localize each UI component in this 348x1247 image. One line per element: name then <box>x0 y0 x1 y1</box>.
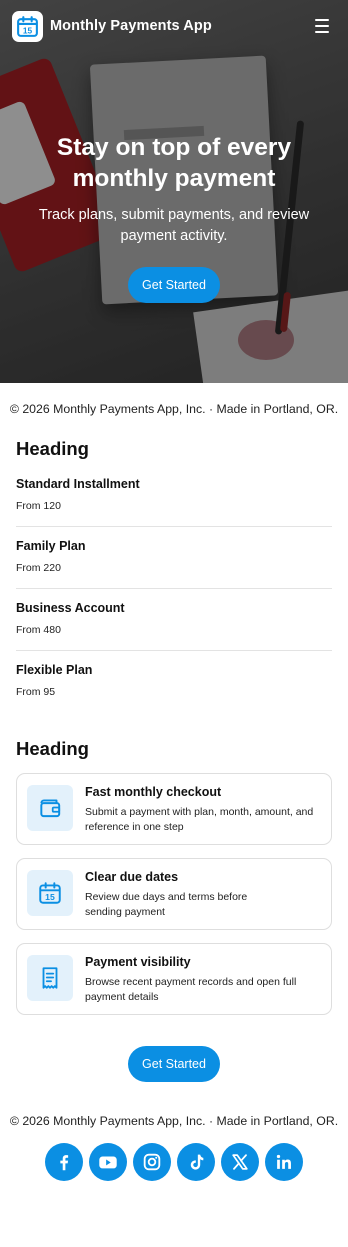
hamburger-icon-line <box>315 19 329 21</box>
calendar-day: 15 <box>45 892 55 902</box>
top-bar: 15 Monthly Payments App <box>0 0 348 52</box>
plans-section: Heading Standard Installment From 120 Fa… <box>0 438 348 712</box>
plan-name: Flexible Plan <box>16 663 93 677</box>
receipt-icon <box>42 967 58 989</box>
facebook-link[interactable] <box>45 1143 83 1181</box>
footer-copyright-text: © 2026 Monthly Payments App, Inc. · Made… <box>9 1114 339 1128</box>
feature-card: 15 Clear due dates Review due days and t… <box>16 858 332 930</box>
app-logo[interactable]: 15 <box>12 10 43 42</box>
plan-price: From 480 <box>16 624 61 636</box>
feature-card: Fast monthly checkout Submit a payment w… <box>16 773 332 845</box>
plan-item[interactable]: Flexible Plan From 95 <box>16 651 332 712</box>
plan-item[interactable]: Standard Installment From 120 <box>16 465 332 527</box>
hero-section: 15 Monthly Payments App Stay on top of e… <box>0 0 348 383</box>
hero-content: Stay on top of every monthly payment Tra… <box>0 132 348 303</box>
features-heading: Heading <box>16 738 89 759</box>
get-started-button[interactable]: Get Started <box>128 1046 220 1082</box>
hamburger-icon-line <box>315 25 329 27</box>
cta-row: Get Started <box>16 1046 332 1082</box>
facebook-icon <box>60 1155 69 1171</box>
feature-icon-tile: 15 <box>27 870 73 916</box>
feature-description: Browse recent payment records and open f… <box>85 976 297 1003</box>
plan-name: Family Plan <box>16 539 86 553</box>
youtube-icon <box>99 1156 117 1169</box>
instagram-link[interactable] <box>133 1143 171 1181</box>
plans-list: Standard Installment From 120 Family Pla… <box>16 465 332 712</box>
plan-name: Standard Installment <box>16 477 140 491</box>
plan-price: From 120 <box>16 500 61 512</box>
app-title[interactable]: Monthly Payments App <box>50 18 212 34</box>
plan-name: Business Account <box>16 601 125 615</box>
x-icon <box>232 1154 248 1170</box>
plan-item[interactable]: Business Account From 480 <box>16 589 332 651</box>
calendar-icon: 15 <box>39 882 61 904</box>
hamburger-icon-line <box>315 31 329 33</box>
tiktok-icon <box>190 1154 204 1170</box>
calendar-icon: 15 <box>17 15 38 37</box>
plan-price: From 95 <box>16 686 56 698</box>
tiktok-link[interactable] <box>177 1143 215 1181</box>
feature-card: Payment visibility Browse recent payment… <box>16 943 332 1015</box>
linkedin-icon <box>276 1154 291 1169</box>
linkedin-link[interactable] <box>265 1143 303 1181</box>
logo-day: 15 <box>23 25 33 35</box>
feature-description: Submit a payment with plan, month, amoun… <box>85 806 314 833</box>
feature-icon-tile <box>27 785 73 831</box>
feature-title: Payment visibility <box>85 955 191 969</box>
feature-title: Clear due dates <box>85 870 179 884</box>
feature-title: Fast monthly checkout <box>85 785 222 799</box>
instagram-icon <box>143 1153 161 1171</box>
feature-icon-tile <box>27 955 73 1001</box>
features-section: Heading Fast monthly checkout Submit a p… <box>0 738 348 1082</box>
plan-price: From 220 <box>16 562 61 574</box>
wallet-icon <box>40 799 61 818</box>
copyright-text: © 2026 Monthly Payments App, Inc. · Made… <box>9 402 339 416</box>
x-link[interactable] <box>221 1143 259 1181</box>
menu-button[interactable] <box>310 14 334 38</box>
plan-item[interactable]: Family Plan From 220 <box>16 527 332 589</box>
hero-title: Stay on top of every monthly payment <box>56 134 292 192</box>
youtube-link[interactable] <box>89 1143 127 1181</box>
social-links <box>0 1143 348 1181</box>
hero-subtitle: Track plans, submit payments, and review… <box>38 207 310 244</box>
plans-heading: Heading <box>16 438 89 459</box>
hero-get-started-button[interactable]: Get Started <box>128 267 220 303</box>
feature-description: Review due days and terms before sending… <box>85 891 248 918</box>
